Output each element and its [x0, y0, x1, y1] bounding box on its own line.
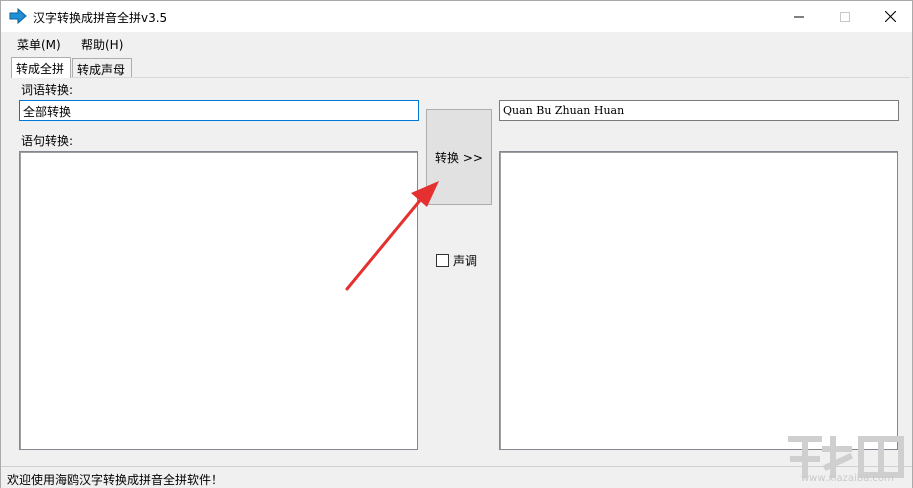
minimize-button[interactable]	[776, 1, 822, 32]
watermark-url: www.xiazaiba.com	[801, 473, 894, 484]
title-bar: 汉字转换成拼音全拼v3.5	[1, 1, 912, 32]
app-window: 汉字转换成拼音全拼v3.5 菜单(M) 帮助(H) 转成全拼 转成声母 词语转换…	[0, 0, 913, 488]
word-convert-label: 词语转换:	[21, 83, 74, 97]
status-text: 欢迎使用海鸥汉字转换成拼音全拼软件！	[7, 473, 224, 487]
sentence-output[interactable]	[499, 151, 898, 450]
tone-option[interactable]: 声调	[436, 252, 477, 269]
window-title: 汉字转换成拼音全拼v3.5	[33, 11, 168, 25]
maximize-button[interactable]	[822, 1, 868, 32]
close-button[interactable]	[867, 1, 913, 32]
convert-button[interactable]: 转换 >>	[426, 109, 492, 205]
menu-item-help[interactable]: 帮助(H)	[79, 36, 125, 53]
menu-bar: 菜单(M) 帮助(H)	[1, 32, 912, 55]
tab-initials[interactable]: 转成声母	[72, 58, 132, 78]
tone-checkbox-label: 声调	[453, 254, 478, 268]
sentence-input[interactable]	[19, 151, 418, 450]
tone-checkbox[interactable]	[436, 254, 449, 267]
sentence-convert-label: 语句转换:	[21, 134, 74, 148]
close-icon	[884, 11, 896, 22]
minimize-icon	[794, 16, 804, 17]
word-output[interactable]: Quan Bu Zhuan Huan	[499, 100, 899, 121]
arrow-right-icon	[9, 8, 27, 24]
word-input[interactable]: 全部转换	[19, 100, 419, 121]
maximize-icon	[840, 11, 850, 22]
menu-item-menu[interactable]: 菜单(M)	[15, 36, 63, 53]
tab-full-pinyin[interactable]: 转成全拼	[11, 57, 71, 78]
